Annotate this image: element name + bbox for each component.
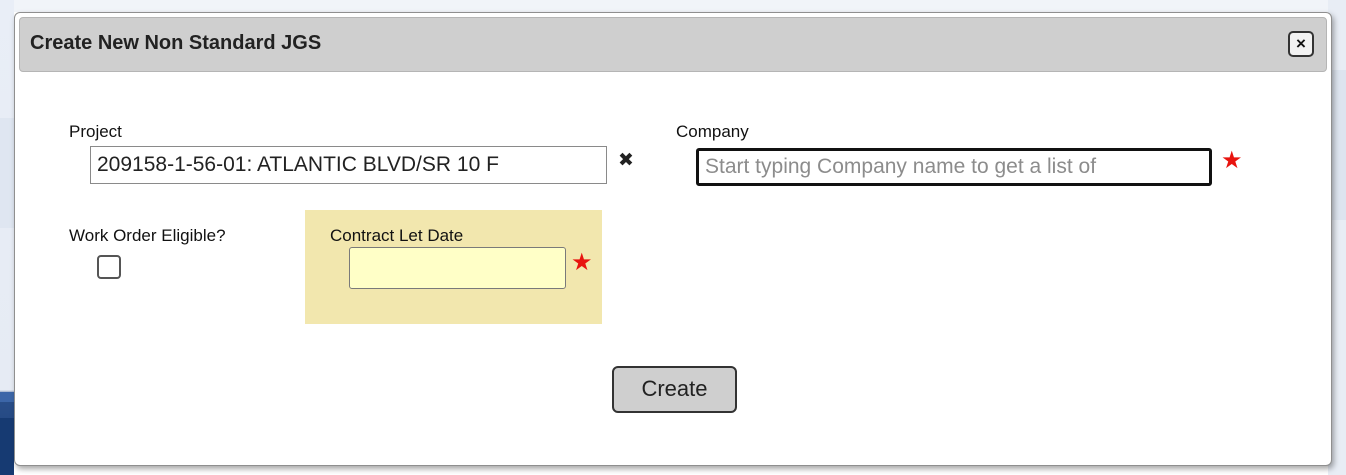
- clear-project-icon[interactable]: ✖: [618, 149, 634, 172]
- create-button[interactable]: Create: [612, 366, 737, 413]
- project-input[interactable]: 209158-1-56-01: ATLANTIC BLVD/SR 10 F: [90, 146, 607, 184]
- close-button[interactable]: ×: [1288, 31, 1314, 57]
- dialog-title: Create New Non Standard JGS: [30, 32, 322, 54]
- required-star-icon: ★: [571, 249, 593, 276]
- work-order-eligible-label: Work Order Eligible?: [69, 226, 226, 245]
- contract-let-date-panel: Contract Let Date ★: [305, 210, 602, 324]
- contract-let-date-label: Contract Let Date: [330, 226, 464, 245]
- background-band: [0, 418, 14, 475]
- background-band: [0, 118, 14, 228]
- work-order-eligible-checkbox[interactable]: [97, 255, 121, 279]
- dialog-titlebar[interactable]: Create New Non Standard JGS ×: [19, 17, 1327, 72]
- company-label: Company: [676, 122, 749, 141]
- create-jgs-dialog: Create New Non Standard JGS × Project 20…: [14, 12, 1332, 466]
- company-input[interactable]: Start typing Company name to get a list …: [696, 148, 1212, 186]
- background-band: [0, 392, 14, 402]
- background-page-left: [0, 0, 14, 475]
- project-label: Project: [69, 122, 122, 141]
- required-star-icon: ★: [1221, 147, 1243, 174]
- background-page-top: [0, 0, 1346, 12]
- close-icon: ×: [1296, 34, 1306, 53]
- contract-let-date-input[interactable]: [349, 247, 566, 289]
